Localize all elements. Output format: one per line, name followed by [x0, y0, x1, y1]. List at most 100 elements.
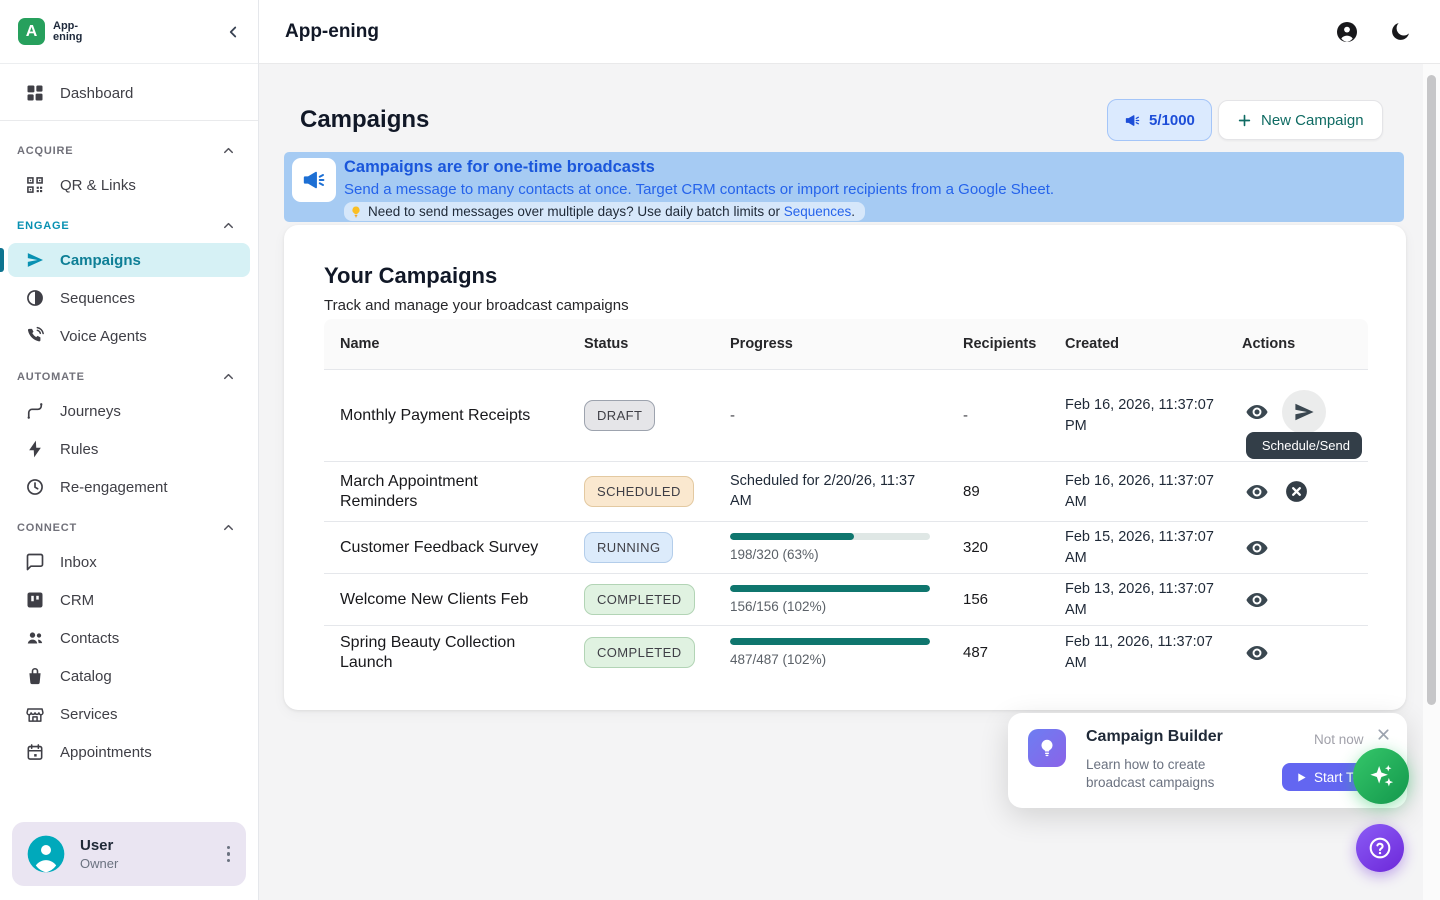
sidebar-item-services[interactable]: Services — [8, 697, 250, 731]
sidebar-item-appointments[interactable]: Appointments — [8, 735, 250, 769]
section-engage[interactable]: ENGAGE — [0, 206, 258, 239]
chevron-left-icon — [224, 23, 242, 41]
sparkles-icon — [1366, 761, 1396, 791]
progress-value: 487/487 (102%) — [730, 652, 917, 667]
row-actions — [1226, 477, 1368, 507]
sidebar-item-label: Campaigns — [60, 252, 141, 269]
schedule-send-button[interactable] — [1282, 390, 1326, 434]
megaphone-icon — [301, 167, 327, 193]
storefront-icon — [25, 704, 45, 724]
table-row: Spring Beauty Collection Launch COMPLETE… — [324, 625, 1368, 679]
ai-assistant-button[interactable] — [1353, 748, 1409, 804]
sidebar-item-catalog[interactable]: Catalog — [8, 659, 250, 693]
app-logo-text: App- ening — [53, 21, 82, 43]
row-actions — [1226, 638, 1368, 668]
col-created: Created — [1049, 336, 1226, 352]
banner-tip-text: Need to send messages over multiple days… — [368, 204, 855, 219]
main-area: App-ening Campaigns 5/1000 New Campaign — [259, 0, 1440, 900]
table-row: Monthly Payment Receipts DRAFT - - Feb 1… — [324, 369, 1368, 461]
people-icon — [25, 628, 45, 648]
sidebar-item-label: Contacts — [60, 630, 119, 647]
user-circle-icon — [1335, 20, 1359, 44]
sidebar-item-sequences[interactable]: Sequences — [8, 281, 250, 315]
qr-code-icon — [25, 175, 45, 195]
shopping-bag-icon — [25, 666, 45, 686]
progress-value: 156/156 (102%) — [730, 599, 917, 614]
section-acquire[interactable]: ACQUIRE — [0, 131, 258, 164]
play-icon — [1296, 772, 1307, 783]
status-badge: SCHEDULED — [584, 476, 694, 507]
not-now-button[interactable]: Not now — [1314, 732, 1364, 747]
sidebar-item-dashboard[interactable]: Dashboard — [8, 76, 250, 110]
sidebar-item-voice-agents[interactable]: Voice Agents — [8, 319, 250, 353]
status-badge: COMPLETED — [584, 584, 695, 615]
status-badge: RUNNING — [584, 532, 673, 563]
sidebar: A App- ening Dashboard ACQUIRE QR & Link… — [0, 0, 259, 900]
lightbulb-icon — [1036, 737, 1058, 759]
created-value: Feb 15, 2026, 11:37:07 AM — [1049, 527, 1226, 568]
sidebar-item-contacts[interactable]: Contacts — [8, 621, 250, 655]
section-automate[interactable]: AUTOMATE — [0, 357, 258, 390]
sidebar-item-label: Rules — [60, 441, 98, 458]
created-value: Feb 16, 2026, 11:37:07 AM — [1049, 471, 1226, 512]
cancel-button[interactable] — [1282, 477, 1311, 506]
row-actions — [1226, 370, 1368, 434]
lightbulb-icon — [349, 205, 363, 219]
close-icon[interactable] — [1372, 723, 1395, 746]
user-menu-button[interactable] — [223, 842, 235, 867]
help-button[interactable] — [1356, 824, 1404, 872]
sidebar-item-rules[interactable]: Rules — [8, 432, 250, 466]
app-logo-icon: A — [18, 18, 45, 45]
campaign-builder-popup: Campaign Builder Learn how to create bro… — [1008, 713, 1407, 808]
sidebar-item-crm[interactable]: CRM — [8, 583, 250, 617]
sidebar-item-label: Dashboard — [60, 85, 133, 102]
divider — [0, 120, 258, 121]
sidebar-item-journeys[interactable]: Journeys — [8, 394, 250, 428]
kanban-icon — [25, 590, 45, 610]
card-title: Your Campaigns — [324, 263, 497, 289]
sequences-link[interactable]: Sequences — [784, 204, 852, 219]
info-banner: Campaigns are for one-time broadcasts Se… — [284, 152, 1404, 222]
scrollbar-thumb[interactable] — [1427, 75, 1436, 705]
content: Campaigns 5/1000 New Campaign Campaigns … — [259, 64, 1440, 900]
sidebar-item-qr-links[interactable]: QR & Links — [8, 168, 250, 202]
dark-mode-toggle[interactable] — [1389, 20, 1412, 43]
sidebar-header: A App- ening — [0, 0, 258, 64]
chevron-up-icon — [221, 218, 236, 233]
view-button[interactable] — [1242, 397, 1272, 427]
account-button[interactable] — [1335, 20, 1359, 44]
view-button[interactable] — [1242, 533, 1272, 563]
created-value: Feb 11, 2026, 11:37:07 AM — [1049, 632, 1226, 673]
sidebar-item-reengagement[interactable]: Re-engagement — [8, 470, 250, 504]
status-badge: DRAFT — [584, 400, 655, 431]
view-button[interactable] — [1242, 585, 1272, 615]
campaign-quota-badge[interactable]: 5/1000 — [1107, 99, 1212, 141]
popup-body: Learn how to create broadcast campaigns — [1086, 756, 1214, 792]
eye-icon — [1244, 535, 1270, 561]
recipients-value: 487 — [947, 644, 1049, 661]
view-button[interactable] — [1242, 477, 1272, 507]
table-row: Welcome New Clients Feb COMPLETED 156/15… — [324, 573, 1368, 625]
app-title: App-ening — [285, 21, 379, 43]
table-row: Customer Feedback Survey RUNNING 198/320… — [324, 521, 1368, 573]
banner-title: Campaigns are for one-time broadcasts — [344, 158, 1394, 177]
sidebar-item-inbox[interactable]: Inbox — [8, 545, 250, 579]
sidebar-item-label: QR & Links — [60, 177, 136, 194]
campaign-name: Welcome New Clients Feb — [324, 590, 568, 610]
sidebar-item-label: CRM — [60, 592, 94, 609]
lightning-icon — [25, 439, 45, 459]
card-subtitle: Track and manage your broadcast campaign… — [324, 297, 629, 314]
user-card[interactable]: User Owner — [12, 822, 246, 886]
sidebar-item-campaigns[interactable]: Campaigns — [8, 243, 250, 277]
sidebar-collapse-button[interactable] — [224, 23, 242, 41]
view-button[interactable] — [1242, 638, 1272, 668]
route-icon — [25, 401, 45, 421]
new-campaign-button[interactable]: New Campaign — [1218, 100, 1383, 140]
sidebar-item-label: Sequences — [60, 290, 135, 307]
question-circle-icon — [1367, 835, 1393, 861]
moon-icon — [1389, 20, 1412, 43]
sidebar-nav: Dashboard ACQUIRE QR & Links ENGAGE Camp… — [0, 64, 258, 900]
user-meta: User Owner — [80, 837, 118, 871]
section-connect[interactable]: CONNECT — [0, 508, 258, 541]
recipients-value: 320 — [947, 539, 1049, 556]
